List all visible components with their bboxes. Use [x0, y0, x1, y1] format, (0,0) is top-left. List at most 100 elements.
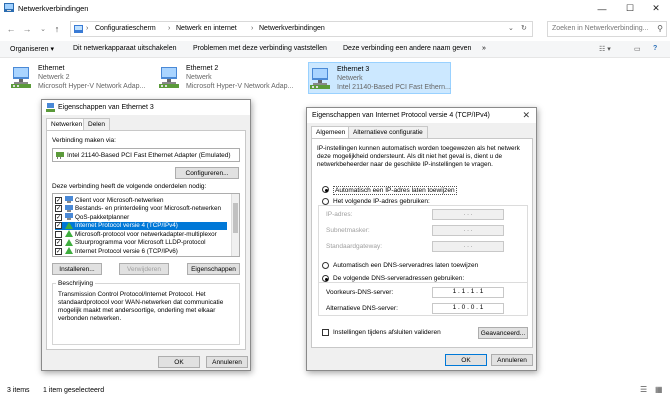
preferred-dns-label: Voorkeurs-DNS-server:	[326, 289, 394, 296]
component-checkbox[interactable]: ✓	[55, 222, 62, 229]
breadcrumb-item[interactable]: Netwerk en internet	[176, 25, 237, 32]
list-item[interactable]: Microsoft-protocol voor netwerkadapter-m…	[55, 230, 227, 239]
component-label: QoS-pakketplanner	[75, 213, 130, 221]
components-label: Deze verbinding heeft de volgende onderd…	[52, 183, 207, 190]
auto-ip-radio[interactable]	[322, 186, 329, 193]
refresh-icon[interactable]: ↻	[521, 24, 527, 32]
search-icon[interactable]: ⚲	[657, 24, 663, 33]
search-input[interactable]: Zoeken in Netwerkverbinding...	[552, 25, 649, 32]
up-icon[interactable]: ↑	[50, 22, 64, 36]
component-checkbox[interactable]: ✓	[55, 247, 62, 255]
manual-dns-label[interactable]: De volgende DNS-serveradressen gebruiken…	[333, 275, 464, 282]
properties-button[interactable]: Eigenschappen	[187, 263, 240, 275]
component-label: Bestands- en printerdeling voor Microsof…	[75, 205, 221, 212]
tiles-view-icon[interactable]: ▦	[655, 385, 663, 394]
component-label: Internet Protocol versie 4 (TCP/IPv4)	[75, 222, 178, 229]
tab-alternatieve-configuratie[interactable]: Alternatieve configuratie	[348, 126, 428, 138]
advanced-button[interactable]: Geavanceerd...	[478, 327, 528, 339]
tab-delen[interactable]: Delen	[83, 118, 110, 130]
dialog-title: Eigenschappen van Ethernet 3	[58, 104, 154, 111]
algemeen-panel: IP-instellingen kunnen automatisch worde…	[311, 138, 533, 348]
back-icon[interactable]: ←	[4, 22, 18, 36]
change-view-icon[interactable]: ☷ ▾	[599, 45, 611, 53]
preferred-dns-field[interactable]: 1 . 1 . 1 . 1	[432, 287, 504, 298]
connection-item-ethernet-2[interactable]: Ethernet 2 Netwerk Microsoft Hyper-V Net…	[158, 62, 300, 94]
network-adapter-icon	[310, 68, 330, 89]
manual-ip-label[interactable]: Het volgende IP-adres gebruiken:	[333, 198, 430, 205]
protocol-icon	[65, 230, 73, 237]
address-bar[interactable]: › Configuratiescherm › Netwerk en intern…	[70, 21, 533, 37]
ip-address-label: IP-adres:	[326, 211, 353, 218]
maximize-button[interactable]: ☐	[616, 0, 644, 17]
details-view-icon[interactable]: ☰	[640, 385, 647, 394]
subnet-mask-label: Subnetmasker:	[326, 227, 370, 234]
status-bar: 3 items 1 item geselecteerd ☰ ▦	[0, 383, 670, 398]
list-item[interactable]: ✓ Stuurprogramma voor Microsoft LLDP-pro…	[55, 238, 227, 248]
install-button[interactable]: Installeren...	[52, 263, 102, 275]
subnet-mask-field[interactable]: . . .	[432, 225, 504, 236]
organize-menu[interactable]: Organiseren ▾	[10, 45, 54, 53]
list-item[interactable]: ✓ QoS-pakketplanner	[55, 213, 227, 222]
more-commands-button[interactable]: »	[482, 45, 486, 52]
validate-checkbox[interactable]	[322, 329, 329, 336]
component-checkbox[interactable]: ✓	[55, 196, 62, 204]
minimize-button[interactable]: —	[588, 0, 616, 17]
disable-device-button[interactable]: Dit netwerkapparaat uitschakelen	[73, 45, 177, 52]
cancel-button[interactable]: Annuleren	[206, 356, 248, 368]
adapter-field: Intel 21140-Based PCI Fast Ethernet Adap…	[52, 148, 240, 162]
breadcrumb-separator-icon: ›	[251, 25, 254, 32]
address-dropdown-icon[interactable]: ⌄	[508, 24, 514, 32]
configure-button[interactable]: Configureren...	[175, 167, 239, 179]
component-checkbox[interactable]: ✓	[55, 213, 62, 221]
ip-address-field[interactable]: . . .	[432, 209, 504, 220]
protocol-icon	[65, 221, 73, 229]
connection-status: Netwerk	[337, 75, 363, 82]
breadcrumb-item[interactable]: Netwerkverbindingen	[259, 25, 325, 32]
connection-item-ethernet-3[interactable]: Ethernet 3 Netwerk Intel 21140-Based PCI…	[308, 62, 451, 94]
network-adapter-icon	[46, 103, 55, 112]
scrollbar-thumb[interactable]	[233, 203, 238, 233]
forward-icon[interactable]: →	[20, 22, 34, 36]
uninstall-button[interactable]: Verwijderen	[119, 263, 169, 275]
component-checkbox[interactable]: ✓	[55, 205, 62, 212]
alternate-dns-label: Alternatieve DNS-server:	[326, 305, 398, 312]
ok-button[interactable]: OK	[158, 356, 200, 368]
network-card-icon	[56, 152, 64, 159]
alternate-dns-field[interactable]: 1 . 0 . 0 . 1	[432, 303, 504, 314]
breadcrumb-item[interactable]: Configuratiescherm	[95, 25, 156, 32]
auto-dns-radio[interactable]	[322, 262, 329, 269]
list-item[interactable]: ✓ Internet Protocol versie 6 (TCP/IPv6)	[55, 247, 227, 256]
component-checkbox[interactable]	[55, 230, 62, 238]
close-button[interactable]: ✕	[642, 0, 670, 17]
recent-chevron-icon[interactable]: ⌄	[36, 22, 50, 36]
list-scrollbar[interactable]	[231, 194, 239, 256]
ok-button[interactable]: OK	[445, 354, 487, 366]
manual-dns-radio[interactable]	[322, 275, 329, 282]
protocol-icon	[65, 238, 73, 246]
list-item[interactable]: ✓ Bestands- en printerdeling voor Micros…	[55, 204, 227, 214]
rename-button[interactable]: Deze verbinding een andere naam geven	[343, 45, 471, 52]
component-checkbox[interactable]: ✓	[55, 239, 62, 246]
search-box[interactable]: Zoeken in Netwerkverbinding... ⚲	[547, 21, 667, 37]
auto-dns-label[interactable]: Automatisch een DNS-serveradres laten to…	[333, 262, 478, 269]
manual-ip-radio[interactable]	[322, 198, 329, 205]
component-label: Microsoft-protocol voor netwerkadapter-m…	[75, 230, 217, 238]
preview-pane-icon[interactable]: ▭	[634, 45, 641, 53]
connection-name: Ethernet 3	[337, 66, 370, 73]
connection-adapter: Microsoft Hyper-V Network Adap...	[38, 83, 146, 90]
auto-ip-label[interactable]: Automatisch een IP-adres laten toewijzen	[333, 186, 457, 195]
validate-label[interactable]: Instellingen tijdens afsluiten valideren	[333, 329, 441, 336]
list-item[interactable]: ✓ Client voor Microsoft-netwerken	[55, 196, 227, 205]
gateway-field[interactable]: . . .	[432, 241, 504, 252]
adapter-name: Intel 21140-Based PCI Fast Ethernet Adap…	[67, 152, 231, 159]
cancel-button[interactable]: Annuleren	[491, 354, 533, 366]
connection-adapter: Intel 21140-Based PCI Fast Ethern...	[337, 84, 451, 91]
item-count: 3 items	[7, 387, 30, 394]
components-list[interactable]: ✓ Client voor Microsoft-netwerken ✓ Best…	[52, 193, 240, 257]
connection-item-ethernet[interactable]: Ethernet Netwerk 2 Microsoft Hyper-V Net…	[10, 62, 150, 94]
close-icon[interactable]: ✕	[522, 110, 530, 121]
list-item[interactable]: ✓ Internet Protocol versie 4 (TCP/IPv4)	[55, 221, 227, 230]
protocol-icon	[65, 247, 73, 254]
help-icon[interactable]: ?	[653, 45, 657, 52]
diagnose-button[interactable]: Problemen met deze verbinding vaststelle…	[193, 45, 327, 52]
